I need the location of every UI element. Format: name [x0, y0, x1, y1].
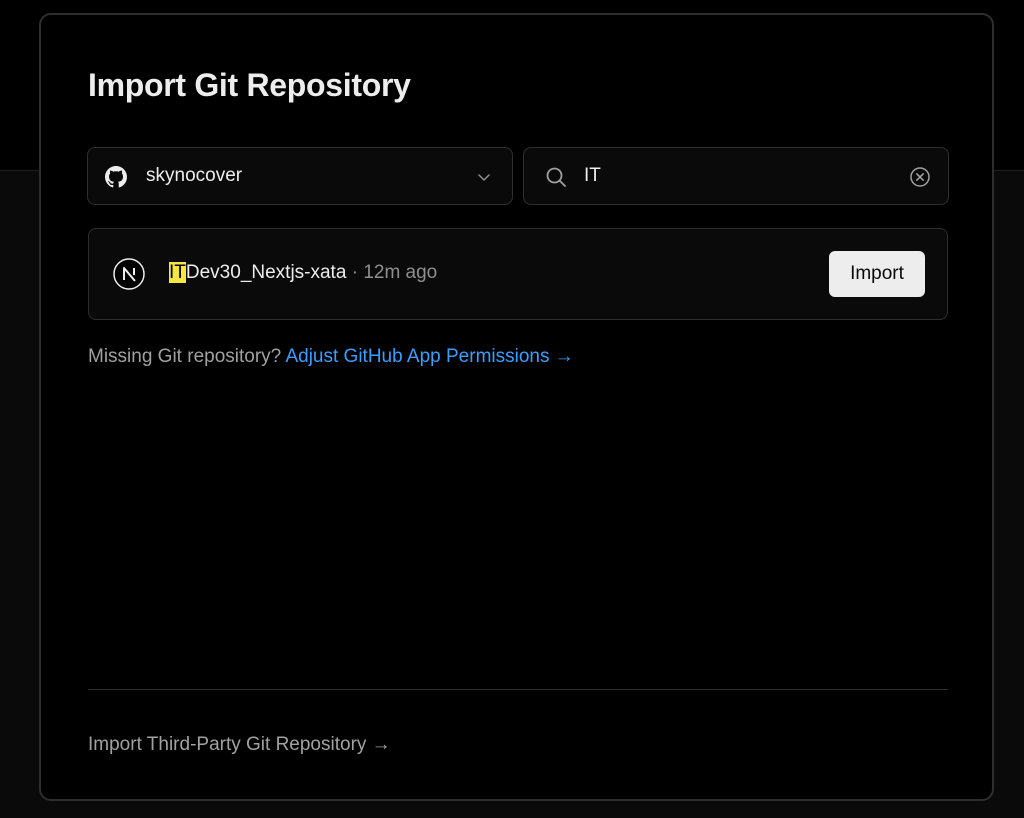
- repository-search-box: [523, 147, 949, 205]
- divider: [88, 689, 948, 690]
- missing-repository-note: Missing Git repository? Adjust GitHub Ap…: [88, 346, 574, 368]
- search-input[interactable]: [584, 158, 884, 194]
- adjust-permissions-link[interactable]: Adjust GitHub App Permissions →: [285, 346, 573, 367]
- chevron-down-icon: [478, 174, 490, 181]
- clear-search-icon[interactable]: [908, 165, 932, 189]
- import-button[interactable]: Import: [829, 251, 925, 297]
- list-item: ITDev30_Nextjs-xata · 12m ago Import: [89, 229, 947, 319]
- account-scope-select[interactable]: skynocover: [87, 147, 513, 205]
- repository-list: ITDev30_Nextjs-xata · 12m ago Import: [88, 228, 948, 320]
- updated-time: 12m ago: [363, 262, 438, 283]
- repository-name-rest: Dev30_Nextjs-xata: [185, 262, 347, 283]
- account-name: skynocover: [146, 165, 243, 186]
- missing-repository-prompt: Missing Git repository?: [88, 346, 282, 367]
- page-title: Import Git Repository: [88, 67, 411, 103]
- nextjs-logo-icon: [113, 258, 145, 290]
- repository-name: ITDev30_Nextjs-xata · 12m ago: [169, 262, 437, 284]
- search-match-highlight: IT: [169, 262, 186, 283]
- import-third-party-link[interactable]: Import Third-Party Git Repository →: [88, 734, 391, 756]
- separator-dot: ·: [346, 262, 364, 283]
- github-icon: [105, 166, 127, 188]
- import-git-repository-card: Import Git Repository skynocover ITDev3: [39, 13, 994, 801]
- search-icon: [546, 167, 566, 187]
